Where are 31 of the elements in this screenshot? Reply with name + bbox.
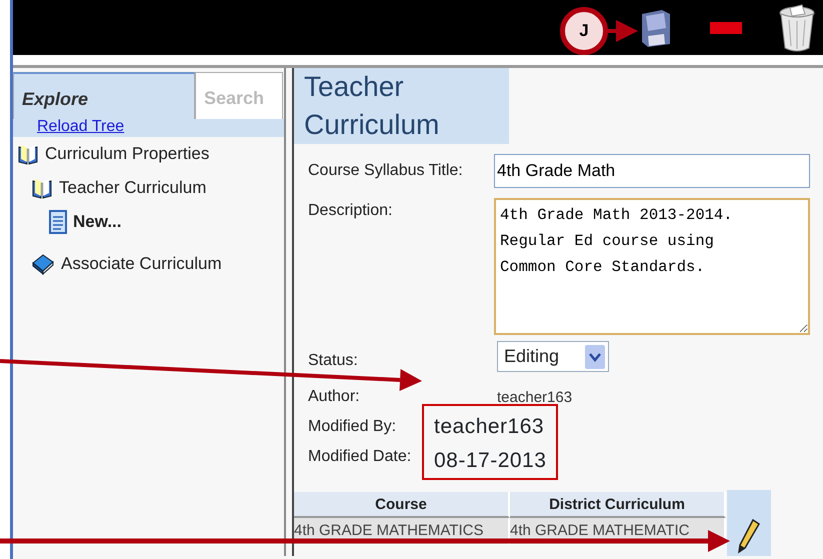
- field-label: Status:: [308, 351, 358, 370]
- field-label: Description:: [308, 201, 392, 220]
- text-field[interactable]: 4th Grade Math: [494, 154, 810, 188]
- pencil-icon: [737, 518, 761, 554]
- tree-item[interactable]: Teacher Curriculum: [17, 171, 284, 205]
- field-value: teacher163: [434, 414, 546, 440]
- field-label: Course Syllabus Title:: [308, 161, 463, 180]
- tree-item[interactable]: Curriculum Properties: [17, 137, 284, 171]
- caret-icon: [585, 344, 605, 368]
- field-value: teacher163: [496, 388, 572, 408]
- book-icon: [31, 177, 53, 199]
- annotation-arrow: [608, 20, 638, 42]
- minus-icon: [710, 22, 742, 34]
- description-field[interactable]: 4th Grade Math 2013-2014. Regular Ed course using Common Core Standards.: [494, 198, 810, 335]
- field-label: Author:: [308, 387, 360, 406]
- delete-button[interactable]: [777, 2, 817, 52]
- trash-icon: [778, 4, 816, 52]
- column-header: District Curriculum: [510, 492, 726, 518]
- tree-item[interactable]: Associate Curriculum: [17, 247, 284, 281]
- status-dropdown[interactable]: Editing: [497, 341, 609, 372]
- column-header: Course: [294, 492, 510, 518]
- book-icon: [31, 253, 55, 275]
- field-label: Modified By:: [308, 416, 398, 436]
- sidebar-tab[interactable]: Explore: [13, 72, 195, 119]
- edit-button[interactable]: [727, 490, 771, 556]
- field-label: Modified Date:: [308, 446, 412, 466]
- tree-item[interactable]: New...: [17, 205, 284, 239]
- field-value: 08-17-2013: [434, 448, 546, 474]
- book-icon: [17, 143, 39, 165]
- section-heading: Teacher Curriculum: [294, 68, 509, 144]
- document-icon: [49, 210, 67, 234]
